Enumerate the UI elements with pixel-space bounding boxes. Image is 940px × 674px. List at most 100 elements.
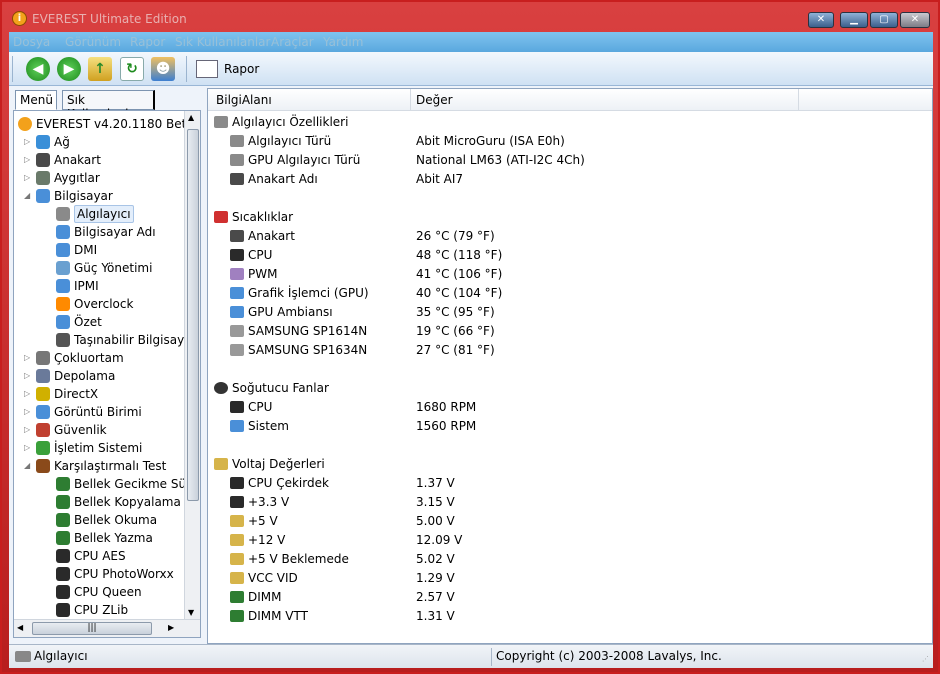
- list-item-value[interactable]: 1.37 V: [416, 474, 455, 493]
- list-item-value[interactable]: 1680 RPM: [416, 398, 476, 417]
- list-item-field[interactable]: Sistem: [248, 417, 289, 436]
- back-arrow-icon[interactable]: ◀: [26, 57, 50, 81]
- list-item-field[interactable]: CPU: [248, 398, 272, 417]
- list-item-value[interactable]: 5.00 V: [416, 512, 455, 531]
- list-item-field[interactable]: GPU Algılayıcı Türü: [248, 151, 360, 170]
- collapse-icon[interactable]: ◢: [24, 187, 30, 205]
- tree-item[interactable]: CPU PhotoWorxx: [14, 565, 184, 583]
- list-item-field[interactable]: SAMSUNG SP1614N: [248, 322, 367, 341]
- expand-icon[interactable]: ▷: [24, 349, 30, 367]
- list-item-field[interactable]: SAMSUNG SP1634N: [248, 341, 367, 360]
- tree-item[interactable]: Özet: [14, 313, 184, 331]
- report-icon[interactable]: [196, 60, 218, 78]
- list-item-field[interactable]: Anakart: [248, 227, 295, 246]
- expand-icon[interactable]: ▷: [24, 133, 30, 151]
- tab-menu[interactable]: Menü: [15, 90, 57, 110]
- section-header[interactable]: Sıcaklıklar: [232, 208, 293, 227]
- tree-item[interactable]: Overclock: [14, 295, 184, 313]
- menu-dosya[interactable]: Dosya: [13, 35, 50, 49]
- list-item-value[interactable]: National LM63 (ATI-I2C 4Ch): [416, 151, 585, 170]
- tree-view[interactable]: EVEREST v4.20.1180 Beta ▷ Ağ ▷ Anakart ▷ Aygıt…: [13, 110, 201, 638]
- list-item-field[interactable]: +3.3 V: [248, 493, 289, 512]
- tree-item[interactable]: ▷ DirectX: [14, 385, 184, 403]
- tree-item[interactable]: Bilgisayar Adı: [14, 223, 184, 241]
- scroll-down-icon[interactable]: ▼: [188, 608, 194, 617]
- list-item-value[interactable]: 40 °C (104 °F): [416, 284, 502, 303]
- section-header[interactable]: Soğutucu Fanlar: [232, 379, 329, 398]
- tree-item[interactable]: Bellek Okuma: [14, 511, 184, 529]
- list-item-value[interactable]: 27 °C (81 °F): [416, 341, 495, 360]
- section-header[interactable]: Algılayıcı Özellikleri: [232, 113, 348, 132]
- tree-item[interactable]: EVEREST v4.20.1180 Beta: [14, 115, 194, 133]
- list-item-value[interactable]: 1.31 V: [416, 607, 455, 626]
- menu-rapor[interactable]: Rapor: [130, 35, 165, 49]
- tree-horizontal-scrollbar[interactable]: ◀ ||| ▶: [14, 619, 200, 637]
- scroll-left-icon[interactable]: ◀: [17, 623, 23, 632]
- list-item-field[interactable]: PWM: [248, 265, 277, 284]
- section-header[interactable]: Voltaj Değerleri: [232, 455, 325, 474]
- refresh-icon[interactable]: ↻: [120, 57, 144, 81]
- expand-icon[interactable]: ▷: [24, 385, 30, 403]
- list-item-value[interactable]: 1.29 V: [416, 569, 455, 588]
- tree-item[interactable]: CPU AES: [14, 547, 184, 565]
- tree-item[interactable]: ◢ Karşılaştırmalı Test: [14, 457, 184, 475]
- expand-icon[interactable]: ▷: [24, 439, 30, 457]
- menu-sik-kullanilanlar[interactable]: Sık Kullanılanlar: [175, 35, 270, 49]
- list-item-field[interactable]: CPU Çekirdek: [248, 474, 329, 493]
- column-header-field[interactable]: BilgiAlanı: [216, 93, 272, 107]
- list-item-value[interactable]: 1560 RPM: [416, 417, 476, 436]
- list-item-value[interactable]: 12.09 V: [416, 531, 462, 550]
- list-item-value[interactable]: 41 °C (106 °F): [416, 265, 502, 284]
- tree-item[interactable]: ▷ Çokluortam: [14, 349, 184, 367]
- scroll-thumb[interactable]: [187, 129, 199, 501]
- column-header-value[interactable]: Değer: [416, 93, 453, 107]
- column-divider[interactable]: [798, 89, 799, 111]
- tree-item[interactable]: ▷ Ağ: [14, 133, 184, 151]
- list-item-value[interactable]: Abit AI7: [416, 170, 463, 189]
- list-item-value[interactable]: 35 °C (95 °F): [416, 303, 495, 322]
- users-icon[interactable]: ☻: [151, 57, 175, 81]
- list-item-value[interactable]: 19 °C (66 °F): [416, 322, 495, 341]
- scroll-thumb[interactable]: |||: [32, 622, 152, 635]
- scroll-right-icon[interactable]: ▶: [168, 623, 174, 632]
- list-item-field[interactable]: DIMM VTT: [248, 607, 308, 626]
- list-item-field[interactable]: Algılayıcı Türü: [248, 132, 331, 151]
- tree-item[interactable]: DMI: [14, 241, 184, 259]
- report-button-label[interactable]: Rapor: [224, 62, 259, 76]
- expand-icon[interactable]: ▷: [24, 367, 30, 385]
- forward-arrow-icon[interactable]: ▶: [57, 57, 81, 81]
- up-folder-icon[interactable]: ↑: [88, 57, 112, 81]
- scroll-up-icon[interactable]: ▲: [188, 113, 194, 122]
- expand-icon[interactable]: ▷: [24, 169, 30, 187]
- tree-item[interactable]: Algılayıcı: [14, 205, 184, 223]
- list-item-value[interactable]: Abit MicroGuru (ISA E0h): [416, 132, 565, 151]
- list-item-field[interactable]: Grafik İşlemci (GPU): [248, 284, 369, 303]
- list-item-field[interactable]: GPU Ambiansı: [248, 303, 333, 322]
- tree-item[interactable]: ▷ Depolama: [14, 367, 184, 385]
- list-item-field[interactable]: +5 V Beklemede: [248, 550, 349, 569]
- collapse-icon[interactable]: ◢: [24, 457, 30, 475]
- list-item-value[interactable]: 26 °C (79 °F): [416, 227, 495, 246]
- minimize-button[interactable]: ▁: [840, 12, 868, 28]
- tree-item[interactable]: ▷ İşletim Sistemi: [14, 439, 184, 457]
- maximize-button[interactable]: ▢: [870, 12, 898, 28]
- list-item-field[interactable]: VCC VID: [248, 569, 298, 588]
- tree-vertical-scrollbar[interactable]: ▲ ▼: [184, 111, 200, 619]
- tree-item[interactable]: CPU Queen: [14, 583, 184, 601]
- expand-icon[interactable]: ▷: [24, 403, 30, 421]
- tree-item[interactable]: Taşınabilir Bilgisaya: [14, 331, 192, 349]
- menu-araclar[interactable]: Araçlar: [271, 35, 314, 49]
- expand-icon[interactable]: ▷: [24, 151, 30, 169]
- resize-grip-icon[interactable]: ⋰: [922, 655, 929, 663]
- tab-favorites[interactable]: Sık Kullanılanlar: [62, 90, 155, 121]
- tree-item[interactable]: CPU ZLib: [14, 601, 184, 619]
- tree-item[interactable]: Bellek Yazma: [14, 529, 184, 547]
- tree-item[interactable]: ▷ Anakart: [14, 151, 184, 169]
- list-item-field[interactable]: +12 V: [248, 531, 285, 550]
- tree-item[interactable]: ▷ Güvenlik: [14, 421, 184, 439]
- tree-item[interactable]: ◢ Bilgisayar: [14, 187, 184, 205]
- tree-item[interactable]: IPMI: [14, 277, 184, 295]
- list-item-value[interactable]: 3.15 V: [416, 493, 455, 512]
- tree-item[interactable]: Güç Yönetimi: [14, 259, 184, 277]
- list-item-field[interactable]: +5 V: [248, 512, 278, 531]
